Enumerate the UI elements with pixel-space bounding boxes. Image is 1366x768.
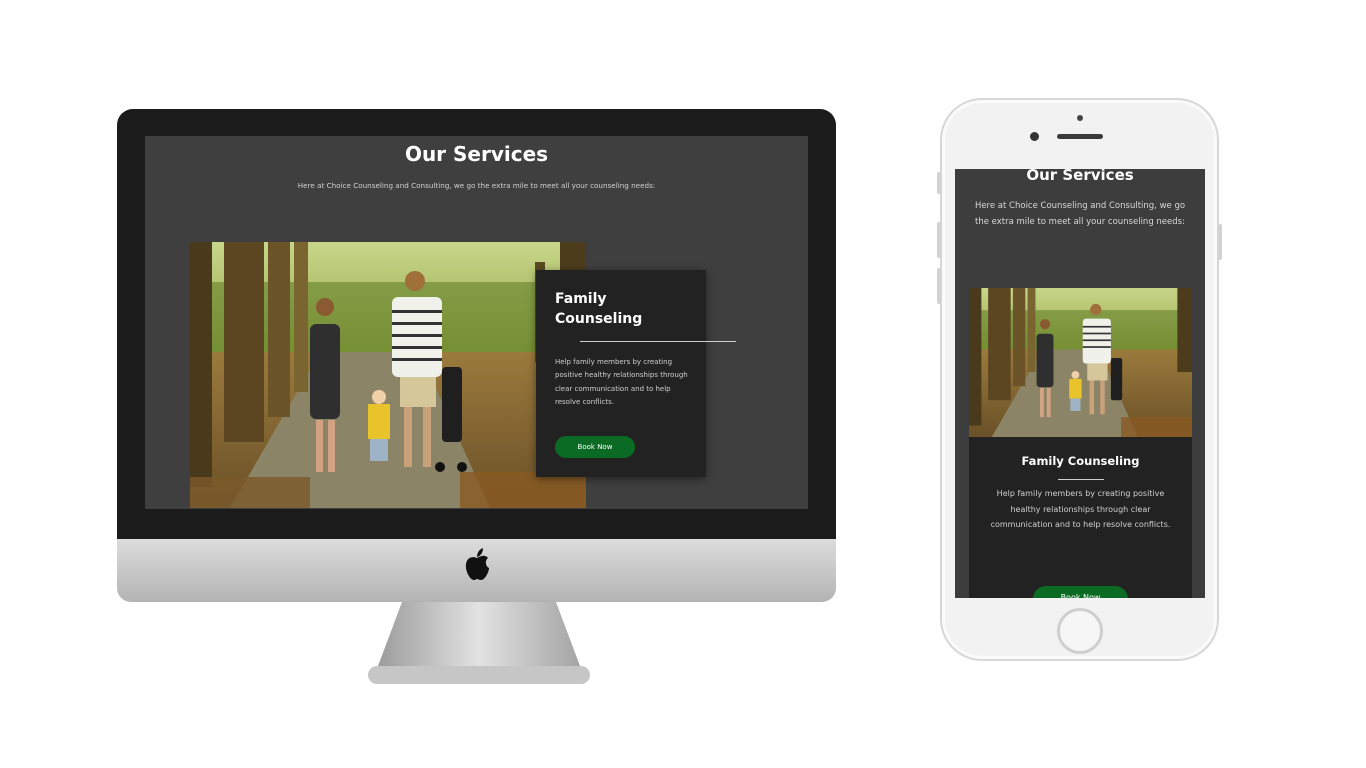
phone-volume-down [937,268,941,304]
mobile-screen: Our Services Here at Choice Counseling a… [955,169,1205,598]
phone-mute-switch [937,172,941,194]
phone-sensor [1077,115,1083,121]
card-divider [580,341,736,342]
card-divider [1058,479,1104,480]
page-subtitle: Here at Choice Counseling and Consulting… [297,181,656,190]
service-card-title: Family Counseling [1021,454,1140,468]
service-card: Family Counseling Help family members by… [536,270,736,477]
service-card-description: Help family members by creating positive… [555,358,688,407]
page-title: Our Services [404,142,549,166]
phone-camera-icon [1030,132,1039,141]
book-now-button[interactable]: Book Now [555,436,635,458]
family-park-photo [190,242,586,508]
service-card-description: Help family members by creating positive… [990,489,1171,529]
family-park-photo [969,288,1192,437]
apple-logo-icon [465,548,489,580]
phone-volume-up [937,222,941,258]
page-title: Our Services [1026,169,1134,184]
book-now-button[interactable]: Book Now [1033,586,1128,598]
service-card-title: Family Counseling [555,291,643,327]
phone-power-button [1218,224,1222,260]
desktop-screen: Our Services Here at Choice Counseling a… [145,136,808,509]
page-subtitle: Here at Choice Counseling and Consulting… [974,201,1186,227]
phone-speaker [1057,134,1103,139]
phone-home-button[interactable] [1057,608,1103,654]
imac-stand [368,602,590,684]
imac-chin [117,539,836,602]
service-card: Family Counseling Help family members by… [969,288,1192,598]
